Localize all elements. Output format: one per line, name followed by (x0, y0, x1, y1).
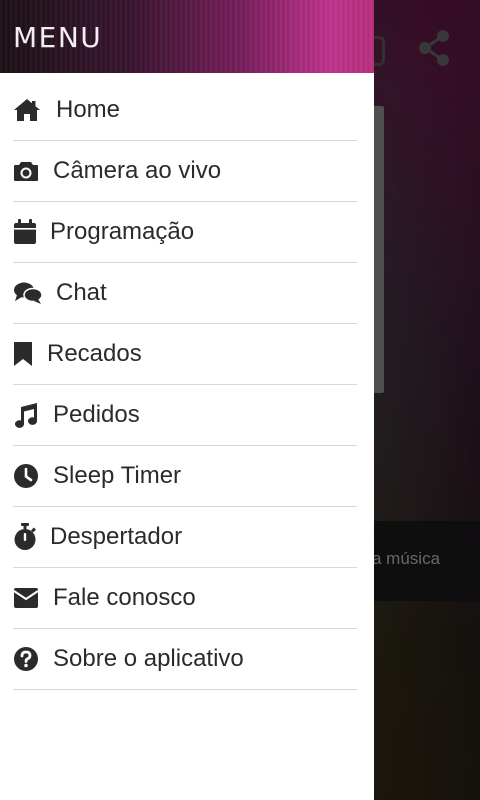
home-icon (13, 96, 56, 124)
camera-icon (13, 157, 53, 185)
menu-item-contact[interactable]: Fale conosco (13, 568, 357, 629)
menu-item-label: Chat (56, 279, 107, 306)
menu-list: Home Câmera ao vivo Programação Chat Rec… (13, 80, 357, 690)
menu-item-chat[interactable]: Chat (13, 263, 357, 324)
navigation-drawer: MENU Home Câmera ao vivo Programação Cha… (0, 0, 374, 800)
menu-item-label: Sleep Timer (53, 462, 182, 489)
calendar-icon (13, 218, 50, 246)
menu-item-requests[interactable]: Pedidos (13, 385, 357, 446)
envelope-icon (13, 584, 53, 612)
drawer-title: MENU (13, 21, 103, 54)
menu-item-label: Pedidos (53, 401, 140, 428)
menu-item-label: Recados (47, 340, 142, 367)
menu-item-camera[interactable]: Câmera ao vivo (13, 141, 357, 202)
menu-item-messages[interactable]: Recados (13, 324, 357, 385)
stopwatch-icon (13, 523, 50, 551)
question-circle-icon (13, 645, 53, 673)
menu-item-label: Sobre o aplicativo (53, 645, 244, 672)
drawer-header: MENU (0, 0, 374, 73)
menu-item-label: Home (56, 96, 121, 123)
menu-item-label: Fale conosco (53, 584, 196, 611)
menu-item-label: Programação (50, 218, 195, 245)
menu-item-label: Despertador (50, 523, 183, 550)
chat-icon (13, 279, 56, 307)
menu-item-schedule[interactable]: Programação (13, 202, 357, 263)
music-note-icon (13, 401, 53, 429)
bookmark-icon (13, 340, 47, 368)
menu-item-label: Câmera ao vivo (53, 157, 222, 184)
menu-item-home[interactable]: Home (13, 80, 357, 141)
menu-item-alarm[interactable]: Despertador (13, 507, 357, 568)
clock-icon (13, 462, 53, 490)
menu-item-about[interactable]: Sobre o aplicativo (13, 629, 357, 690)
menu-item-sleep-timer[interactable]: Sleep Timer (13, 446, 357, 507)
